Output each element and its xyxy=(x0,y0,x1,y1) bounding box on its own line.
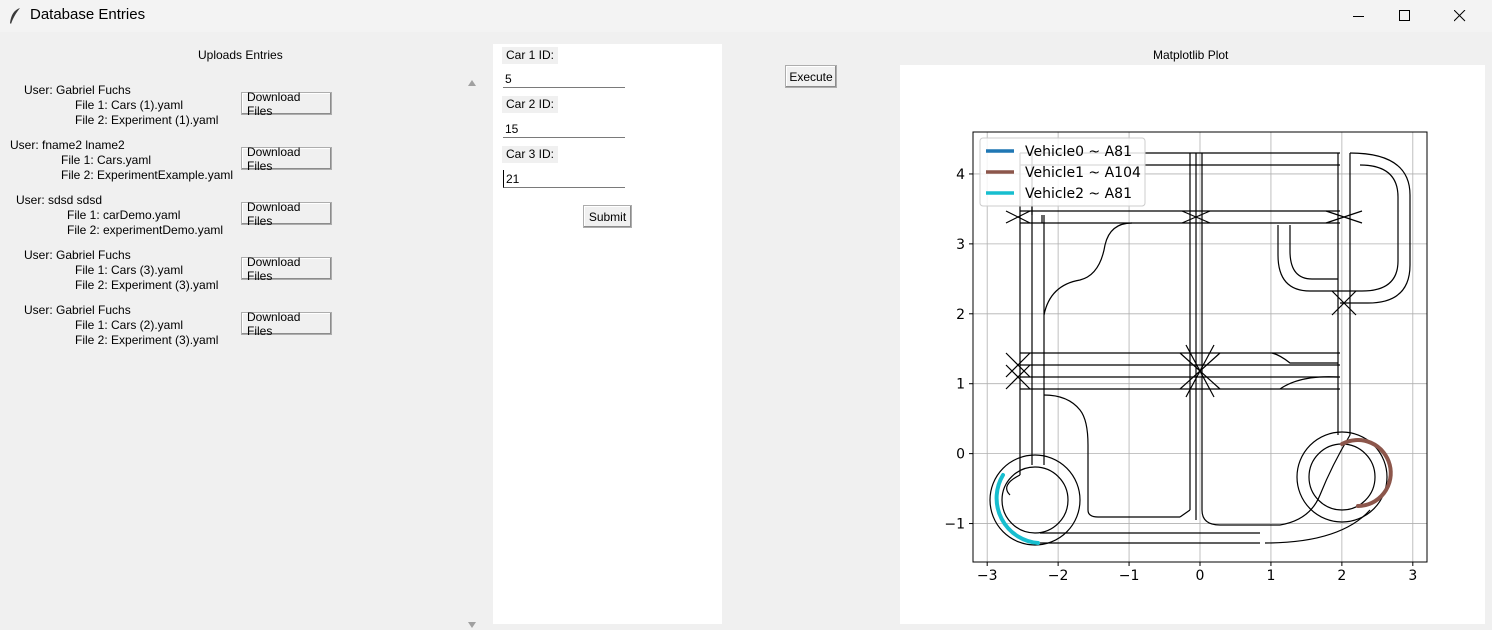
title-bar: Database Entries xyxy=(0,0,1492,32)
entry-file-1: File 1: carDemo.yaml xyxy=(67,208,181,222)
download-files-button[interactable]: Download Files xyxy=(241,255,332,283)
entry-file-2: File 2: Experiment (1).yaml xyxy=(75,113,219,127)
uploads-scrollbar[interactable] xyxy=(462,66,482,630)
submit-button[interactable]: Submit xyxy=(583,205,632,228)
entry-user: User: Gabriel Fuchs xyxy=(24,303,131,317)
car3-id-input[interactable] xyxy=(503,170,625,188)
execute-button[interactable]: Execute xyxy=(785,65,837,88)
minimize-button[interactable] xyxy=(1336,0,1382,32)
download-files-button[interactable]: Download Files xyxy=(241,145,332,173)
x-tick-label: −3 xyxy=(977,568,998,584)
entry-file-2: File 2: experimentDemo.yaml xyxy=(67,223,224,237)
legend-entry-vehicle0: Vehicle0 ~ A81 xyxy=(1025,144,1132,160)
y-tick-label: −1 xyxy=(944,517,965,533)
car3-label: Car 3 ID: xyxy=(502,146,559,163)
car2-label: Car 2 ID: xyxy=(502,96,559,113)
minimize-icon xyxy=(1353,16,1364,17)
car2-id-input[interactable] xyxy=(503,120,625,138)
car1-id-input[interactable] xyxy=(503,70,625,88)
maximize-button[interactable] xyxy=(1382,0,1428,32)
car1-label: Car 1 ID: xyxy=(502,47,559,64)
maximize-icon xyxy=(1399,10,1410,21)
x-tick-label: 3 xyxy=(1408,568,1417,584)
y-tick-label: 3 xyxy=(956,237,965,253)
close-button[interactable] xyxy=(1437,0,1483,32)
x-tick-label: −1 xyxy=(1119,568,1140,584)
entry-file-2: File 2: Experiment (3).yaml xyxy=(75,278,219,292)
x-tick-label: 0 xyxy=(1196,568,1205,584)
plot-legend: Vehicle0 ~ A81 Vehicle1 ~ A104 Vehicle2 … xyxy=(979,137,1146,207)
road-network-plot: −3 −2 −1 0 1 2 3 −1 0 1 2 3 4 Vehicle0 ~ A81 Vehicle… xyxy=(944,131,1428,584)
window-title: Database Entries xyxy=(30,6,146,23)
entry-file-2: File 2: Experiment (3).yaml xyxy=(75,333,219,347)
x-tick-label: −2 xyxy=(1048,568,1069,584)
y-tick-label: 1 xyxy=(956,377,965,393)
uploads-title: Uploads Entries xyxy=(198,48,283,62)
vehicle1-path xyxy=(1340,438,1393,508)
x-tick-label: 2 xyxy=(1337,568,1346,584)
entry-user: User: sdsd sdsd xyxy=(16,193,103,207)
car-id-form: Car 1 ID: Car 2 ID: Car 3 ID: Submit xyxy=(493,44,722,624)
y-tick-label: 0 xyxy=(956,447,965,463)
plot-title: Matplotlib Plot xyxy=(1153,48,1229,62)
y-tick-label: 4 xyxy=(956,167,965,183)
download-files-button[interactable]: Download Files xyxy=(241,90,332,118)
download-files-button[interactable]: Download Files xyxy=(241,310,332,338)
x-tick-label: 1 xyxy=(1266,568,1275,584)
feather-icon xyxy=(10,8,20,24)
entry-file-1: File 1: Cars.yaml xyxy=(61,153,152,167)
entry-user: User: Gabriel Fuchs xyxy=(24,83,131,97)
close-icon xyxy=(1454,10,1466,22)
scroll-down-icon[interactable] xyxy=(468,622,476,628)
y-tick-label: 2 xyxy=(956,307,965,323)
entry-file-1: File 1: Cars (2).yaml xyxy=(75,318,184,332)
scroll-up-icon[interactable] xyxy=(468,80,476,86)
download-files-button[interactable]: Download Files xyxy=(241,200,332,228)
matplotlib-canvas: −3 −2 −1 0 1 2 3 −1 0 1 2 3 4 Vehicle0 ~ A81 Vehicle… xyxy=(900,65,1485,624)
legend-entry-vehicle1: Vehicle1 ~ A104 xyxy=(1025,165,1141,181)
entry-user: User: fname2 lname2 xyxy=(10,138,125,152)
entry-file-2: File 2: ExperimentExample.yaml xyxy=(61,168,234,182)
entry-user: User: Gabriel Fuchs xyxy=(24,248,131,262)
entry-file-1: File 1: Cars (3).yaml xyxy=(75,263,184,277)
legend-entry-vehicle2: Vehicle2 ~ A81 xyxy=(1025,186,1132,202)
entry-file-1: File 1: Cars (1).yaml xyxy=(75,98,184,112)
